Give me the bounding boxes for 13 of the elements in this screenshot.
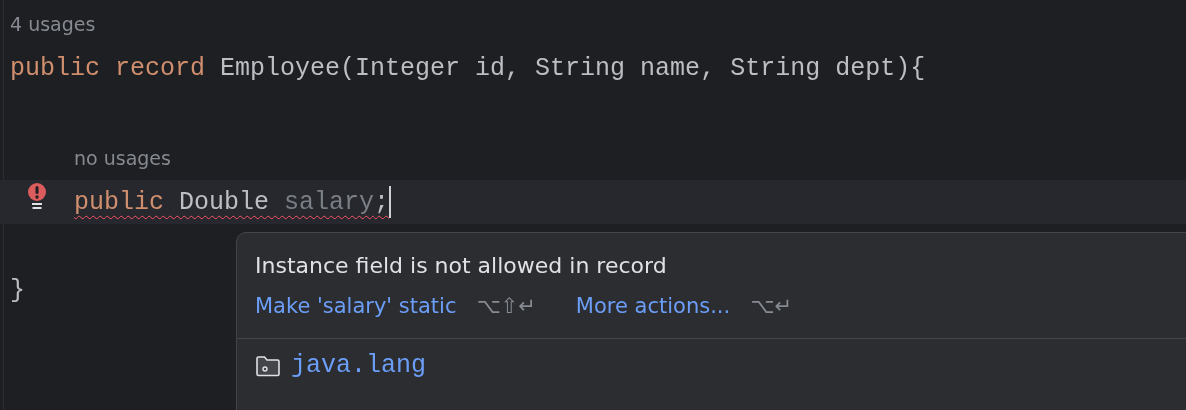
usages-hint[interactable]: no usages bbox=[74, 147, 171, 169]
shortcut-hint: ⌥⇧↵ bbox=[476, 294, 536, 318]
package-link[interactable]: java.lang bbox=[291, 351, 427, 380]
closing-brace: } bbox=[10, 275, 25, 305]
quick-fix-link[interactable]: More actions... bbox=[575, 294, 731, 318]
code-line: public Double salary; bbox=[74, 187, 390, 217]
error-message: Instance field is not allowed in record bbox=[254, 252, 668, 278]
package-folder-icon bbox=[255, 354, 281, 377]
code-line: public record Employee(Integer id, String name, String dept){ bbox=[10, 53, 926, 83]
error-bulb-icon[interactable] bbox=[26, 182, 48, 212]
usages-hint[interactable]: 4 usages bbox=[10, 13, 96, 35]
quick-fix-link[interactable]: Make 'salary' static bbox=[255, 294, 457, 318]
shortcut-hint: ⌥↵ bbox=[750, 294, 792, 318]
